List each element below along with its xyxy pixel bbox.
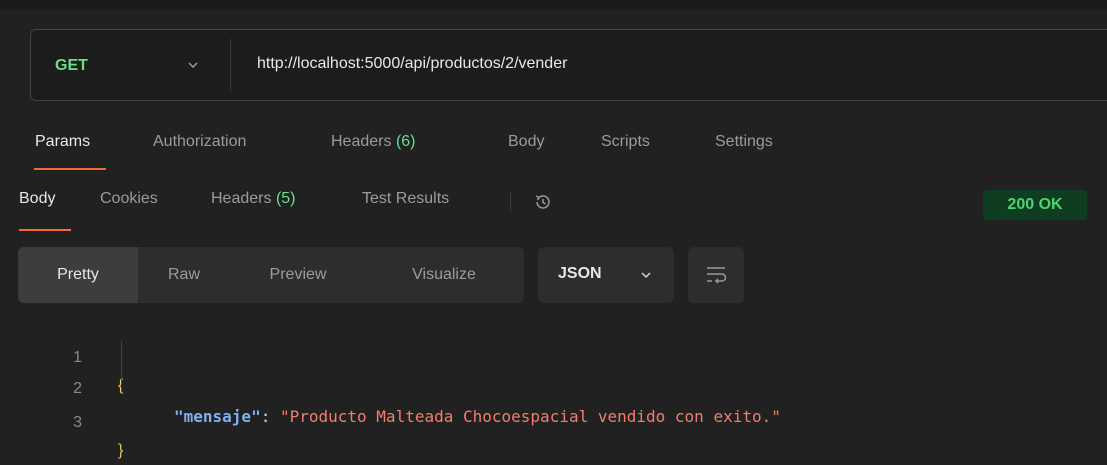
history-icon[interactable] [532, 191, 554, 213]
line-number: 3 [73, 414, 82, 431]
code-line-3: 3 } [0, 381, 123, 459]
tab-body[interactable]: Body [508, 133, 544, 151]
tab-authorization[interactable]: Authorization [153, 133, 246, 151]
code-line-1: 1 { [0, 316, 123, 394]
tab-scripts[interactable]: Scripts [601, 133, 650, 151]
chevron-down-icon [641, 272, 651, 279]
tab-settings[interactable]: Settings [715, 133, 773, 151]
line-number: 2 [73, 380, 82, 397]
response-tab-headers[interactable]: Headers (5) [211, 190, 296, 208]
view-visualize[interactable]: Visualize [366, 247, 522, 303]
wrap-lines-button[interactable] [688, 247, 744, 303]
response-tab-test-results[interactable]: Test Results [362, 190, 449, 208]
json-string-value: "Producto Malteada Chocoespacial vendido… [279, 407, 781, 426]
view-raw[interactable]: Raw [138, 247, 230, 303]
format-select[interactable]: JSON [538, 247, 674, 303]
request-bar: GET http://localhost:5000/api/productos/… [30, 29, 1107, 101]
status-badge[interactable]: 200 OK [983, 190, 1087, 220]
view-toggle: Pretty Raw Preview Visualize [18, 247, 524, 303]
tab-headers[interactable]: Headers (6) [331, 133, 416, 151]
json-key: "mensaje" [174, 407, 261, 426]
json-close-brace: } [118, 442, 124, 459]
json-colon: : [260, 407, 280, 426]
chevron-down-icon[interactable] [185, 57, 201, 73]
active-response-tab-indicator [19, 229, 71, 231]
view-preview[interactable]: Preview [230, 247, 366, 303]
tab-params[interactable]: Params [35, 133, 90, 151]
response-tab-cookies[interactable]: Cookies [100, 190, 158, 208]
wrap-lines-icon [707, 267, 727, 284]
format-label: JSON [558, 265, 602, 282]
divider [230, 39, 231, 91]
code-line-2: 2 "mensaje": "Producto Malteada Chocoesp… [0, 347, 1107, 426]
divider [510, 191, 511, 211]
response-tab-body[interactable]: Body [19, 190, 55, 208]
url-input[interactable]: http://localhost:5000/api/productos/2/ve… [257, 55, 567, 73]
method-select[interactable]: GET [55, 57, 88, 75]
view-pretty[interactable]: Pretty [18, 247, 138, 303]
active-tab-indicator [34, 168, 106, 170]
top-strip [0, 0, 1107, 10]
